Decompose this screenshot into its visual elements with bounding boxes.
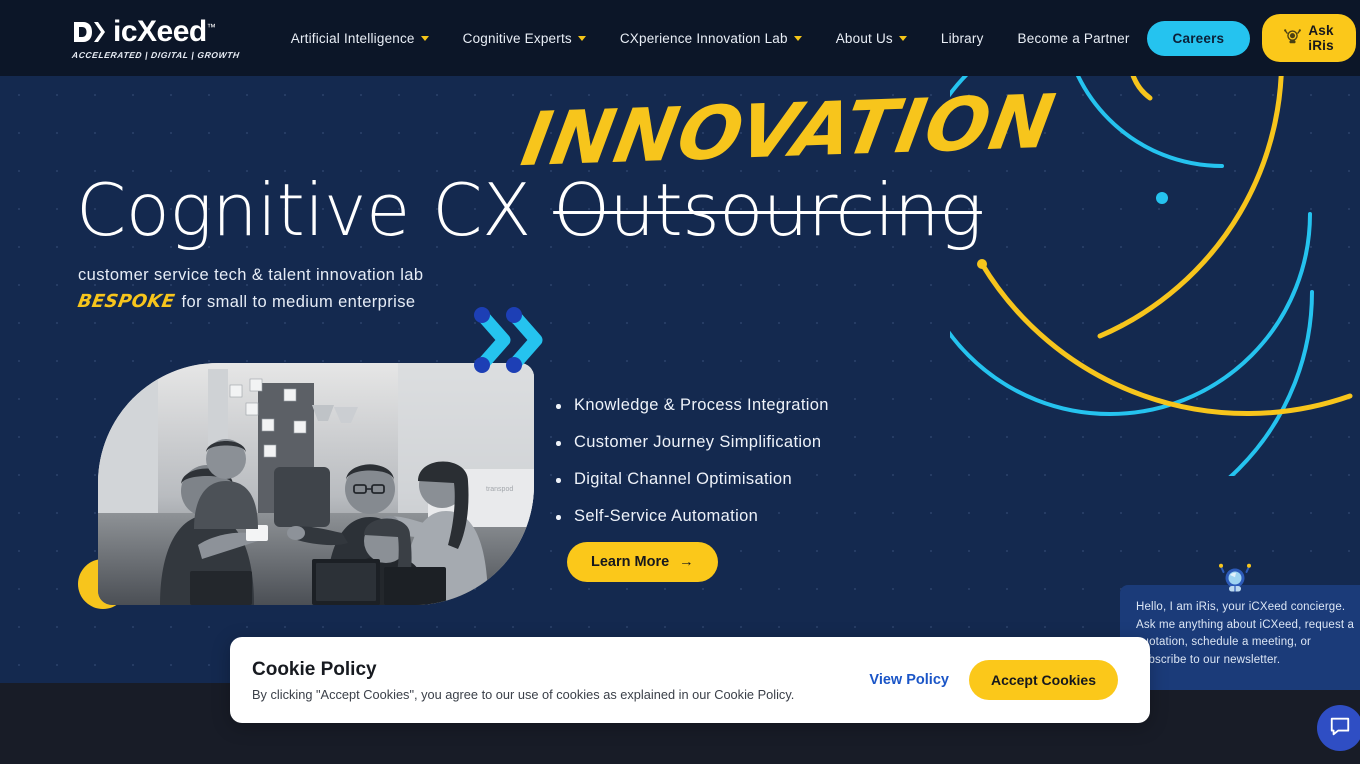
robot-icon: [1284, 28, 1302, 48]
nav-item-about-us[interactable]: About Us: [819, 31, 924, 46]
list-item: Self-Service Automation: [552, 507, 829, 526]
nav-label: Artificial Intelligence: [290, 30, 415, 46]
hero-subtitle-line1: customer service tech & talent innovatio…: [78, 266, 424, 284]
learn-more-label: Learn More: [591, 554, 670, 570]
hero-photo: transpod: [98, 363, 534, 605]
nav-label: Library: [940, 30, 984, 46]
logo-wordmark: icXeed™: [113, 14, 216, 48]
cookie-body-text: By clicking "Accept Cookies", you agree …: [252, 686, 795, 702]
ask-iris-label: Ask iRis: [1308, 23, 1334, 53]
cookie-title: Cookie Policy: [252, 658, 377, 680]
iris-chat-panel[interactable]: Hello, I am iRis, your iCXeed concierge.…: [1120, 585, 1360, 690]
cookie-policy-banner: Cookie Policy By clicking "Accept Cookie…: [230, 637, 1150, 723]
cookie-actions: View Policy Accept Cookies: [869, 660, 1118, 700]
logo-row: icXeed™: [72, 14, 240, 48]
iris-welcome-message: Hello, I am iRis, your iCXeed concierge.…: [1136, 601, 1355, 666]
list-item: Customer Journey Simplification: [552, 433, 829, 452]
arrow-right-icon: →: [679, 554, 694, 570]
page-title: Cognitive CX Outsourcing: [76, 168, 982, 252]
chevron-down-icon: [420, 35, 429, 41]
site-header: icXeed™ ACCELERATED | DIGITAL | GROWTH A…: [0, 0, 1360, 76]
hero-subtitle-line2: BESPOKE for small to medium enterprise: [76, 291, 416, 312]
learn-more-button[interactable]: Learn More →: [567, 542, 718, 582]
iris-avatar: [1219, 561, 1251, 593]
hero-subtitle-rest: for small to medium enterprise: [181, 293, 416, 311]
logo-tagline: ACCELERATED | DIGITAL | GROWTH: [71, 49, 241, 60]
brand-logo[interactable]: icXeed™ ACCELERATED | DIGITAL | GROWTH: [71, 14, 241, 60]
chat-launcher-button[interactable]: [1317, 705, 1360, 751]
nav-item-cxperience-innovation-lab[interactable]: CXperience Innovation Lab: [603, 31, 819, 46]
chevron-down-icon: [577, 35, 586, 41]
nav-item-artificial-intelligence[interactable]: Artificial Intelligence: [274, 31, 446, 46]
nav-item-cognitive-experts[interactable]: Cognitive Experts: [446, 31, 603, 46]
hero-feature-list: Knowledge & Process Integration Customer…: [552, 396, 829, 544]
chevron-down-icon: [793, 35, 802, 41]
accept-cookies-button[interactable]: Accept Cookies: [968, 660, 1118, 700]
chat-bubble-icon: [1329, 715, 1351, 742]
careers-button[interactable]: Careers: [1146, 20, 1251, 56]
header-actions: Careers Ask iRis: [1146, 14, 1356, 62]
hero-title-strikethrough: Outsourcing: [553, 168, 982, 252]
logo-trademark: ™: [206, 21, 216, 32]
chevron-down-icon: [898, 35, 907, 41]
bespoke-word: BESPOKE: [76, 291, 177, 312]
hero-title-plain: Cognitive CX: [76, 168, 554, 252]
hero-photo-block: transpod: [78, 307, 543, 609]
nav-item-library[interactable]: Library: [924, 31, 1001, 46]
page-root: icXeed™ ACCELERATED | DIGITAL | GROWTH A…: [0, 0, 1360, 764]
view-policy-link[interactable]: View Policy: [869, 672, 949, 688]
double-chevron-icon: [470, 305, 550, 375]
ask-iris-button[interactable]: Ask iRis: [1262, 14, 1356, 62]
nav-item-become-a-partner[interactable]: Become a Partner: [1001, 31, 1147, 46]
svg-text:transpod: transpod: [486, 486, 513, 493]
nav-label: About Us: [835, 30, 893, 46]
list-item: Digital Channel Optimisation: [552, 470, 829, 489]
nav-label: Become a Partner: [1017, 30, 1130, 46]
nav-label: CXperience Innovation Lab: [619, 30, 788, 46]
main-navigation: Artificial Intelligence Cognitive Expert…: [274, 31, 1147, 46]
icxeed-mark-icon: [72, 19, 106, 45]
list-item: Knowledge & Process Integration: [552, 396, 829, 415]
cookie-texts: Cookie Policy By clicking "Accept Cookie…: [252, 659, 869, 702]
nav-label: Cognitive Experts: [462, 30, 572, 46]
